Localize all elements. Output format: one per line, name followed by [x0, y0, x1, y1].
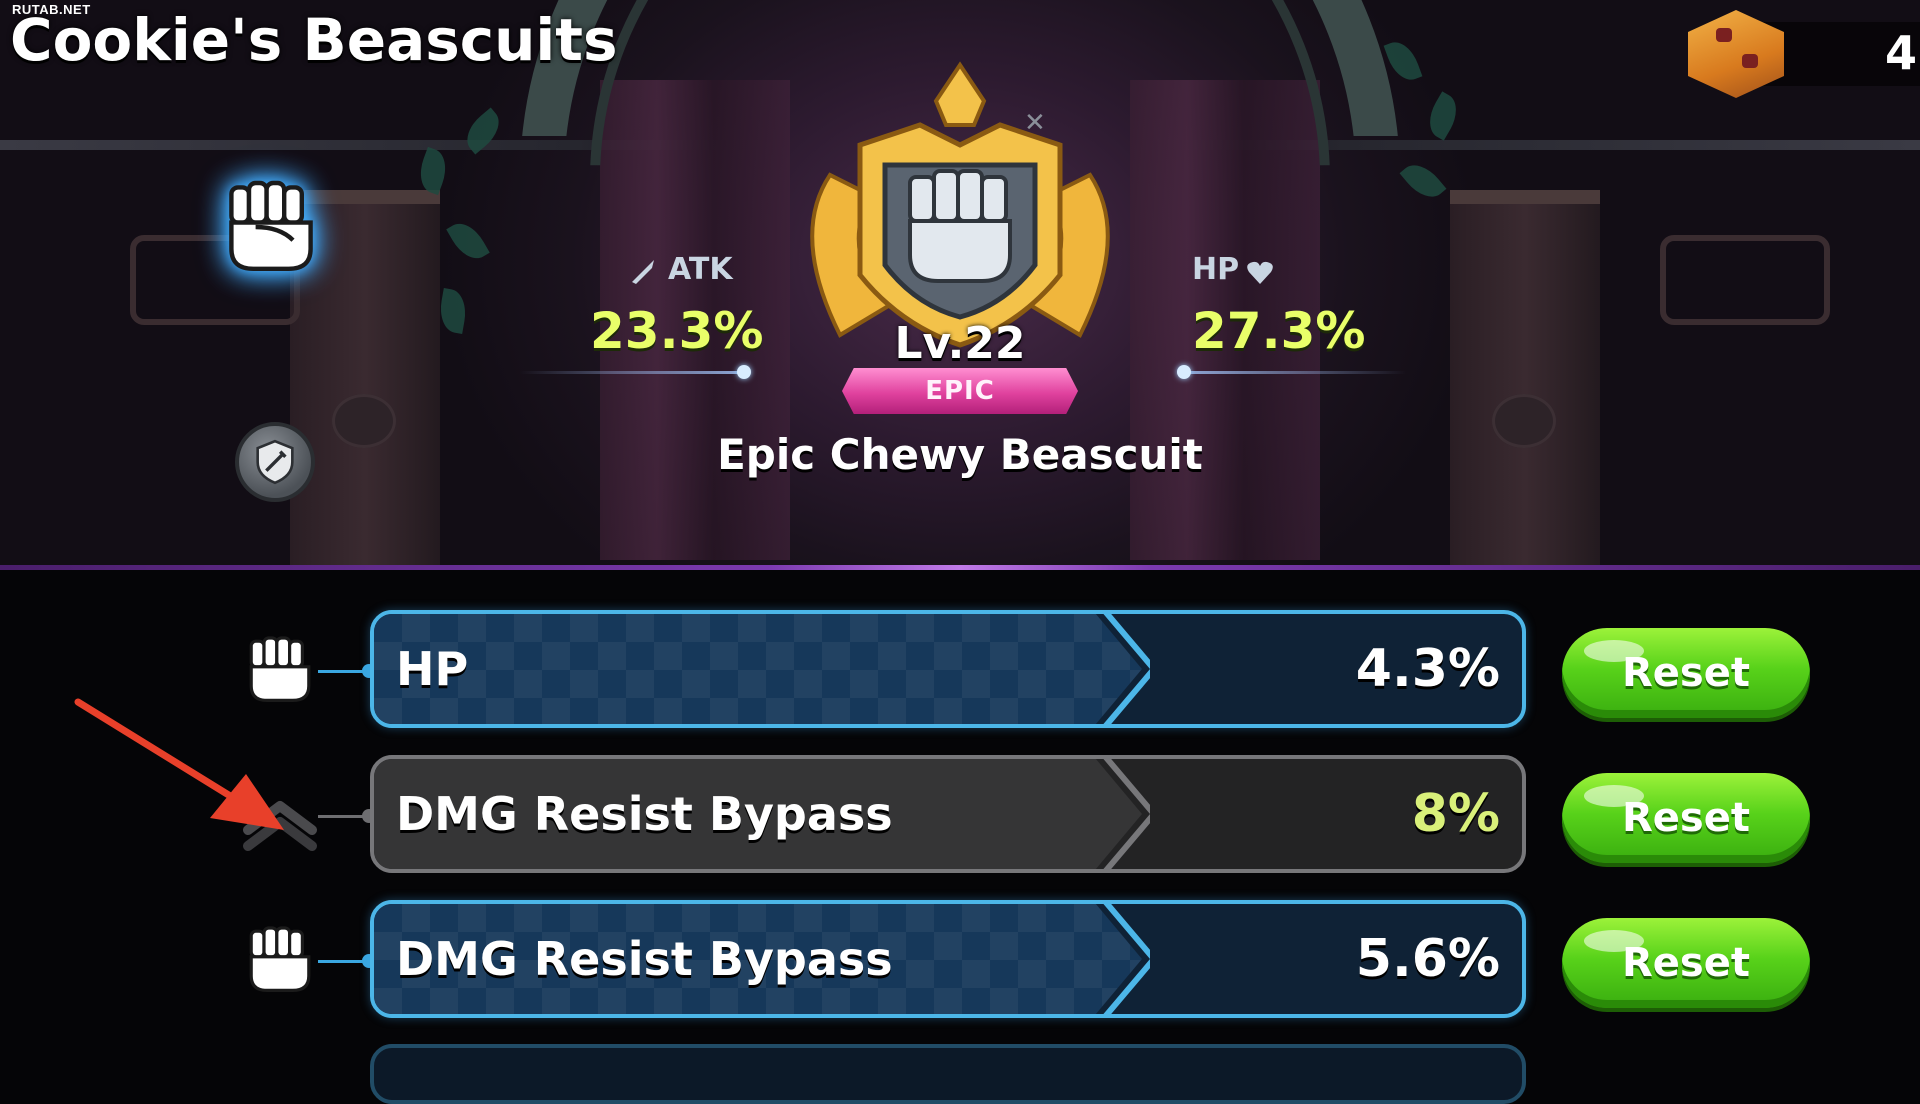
beascuit-level: Lv.22	[894, 318, 1026, 369]
vine-leaf	[1421, 91, 1465, 141]
knot-ornament	[1660, 235, 1830, 325]
page-title: Cookie's Beascuits	[10, 6, 618, 74]
option-row-dmg-resist-bypass[interactable]: DMG Resist Bypass 5.6%	[370, 900, 1526, 1018]
atk-line	[520, 371, 746, 374]
currency-value: 4	[1885, 26, 1918, 80]
vine-leaf	[1383, 36, 1423, 86]
hp-line	[1180, 371, 1406, 374]
atk-value: 23.3%	[590, 302, 764, 360]
vine-leaf	[413, 146, 453, 196]
option-row-hp[interactable]: HP 4.3%	[370, 610, 1526, 728]
option-value: 4.3%	[1355, 639, 1500, 699]
atk-label: ATK	[668, 252, 733, 287]
reset-button[interactable]: Reset	[1562, 773, 1810, 863]
attack-type-fist-icon[interactable]	[216, 172, 326, 282]
hp-value: 27.3%	[1192, 302, 1366, 360]
reset-button-label: Reset	[1622, 650, 1750, 696]
section-divider	[0, 565, 1920, 570]
annotation-arrow	[70, 690, 300, 840]
rarity-label: EPIC	[925, 376, 995, 406]
atk-dot	[737, 365, 751, 379]
reset-button-label: Reset	[1622, 940, 1750, 986]
bear-carving	[332, 394, 396, 448]
option-label: DMG Resist Bypass	[396, 787, 893, 841]
reset-button[interactable]: Reset	[1562, 628, 1810, 718]
vine-leaf	[1399, 156, 1447, 206]
option-row-partial[interactable]	[370, 1044, 1526, 1104]
option-row-dmg-resist-bypass-locked[interactable]: DMG Resist Bypass 8%	[370, 755, 1526, 873]
hp-label: HP	[1192, 252, 1240, 287]
option-label: HP	[396, 642, 469, 696]
vine-leaf	[436, 288, 470, 334]
hp-dot	[1177, 365, 1191, 379]
defense-shield-icon[interactable]	[235, 422, 315, 502]
reset-button-label: Reset	[1622, 795, 1750, 841]
fist-icon	[240, 920, 320, 1000]
option-label: DMG Resist Bypass	[396, 932, 893, 986]
beascuit-name: Epic Chewy Beascuit	[717, 430, 1203, 479]
pillar-right	[1450, 190, 1600, 570]
option-value: 8%	[1411, 784, 1500, 844]
vine-leaf	[446, 216, 490, 266]
rarity-badge: EPIC	[842, 368, 1078, 414]
reset-button[interactable]: Reset	[1562, 918, 1810, 1008]
sparkle-icon: ✕	[1024, 108, 1046, 138]
atk-sword-icon	[628, 256, 658, 286]
option-fill	[374, 614, 1142, 724]
hp-heart-icon	[1246, 260, 1274, 286]
option-value: 5.6%	[1355, 929, 1500, 989]
bear-carving	[1492, 394, 1556, 448]
